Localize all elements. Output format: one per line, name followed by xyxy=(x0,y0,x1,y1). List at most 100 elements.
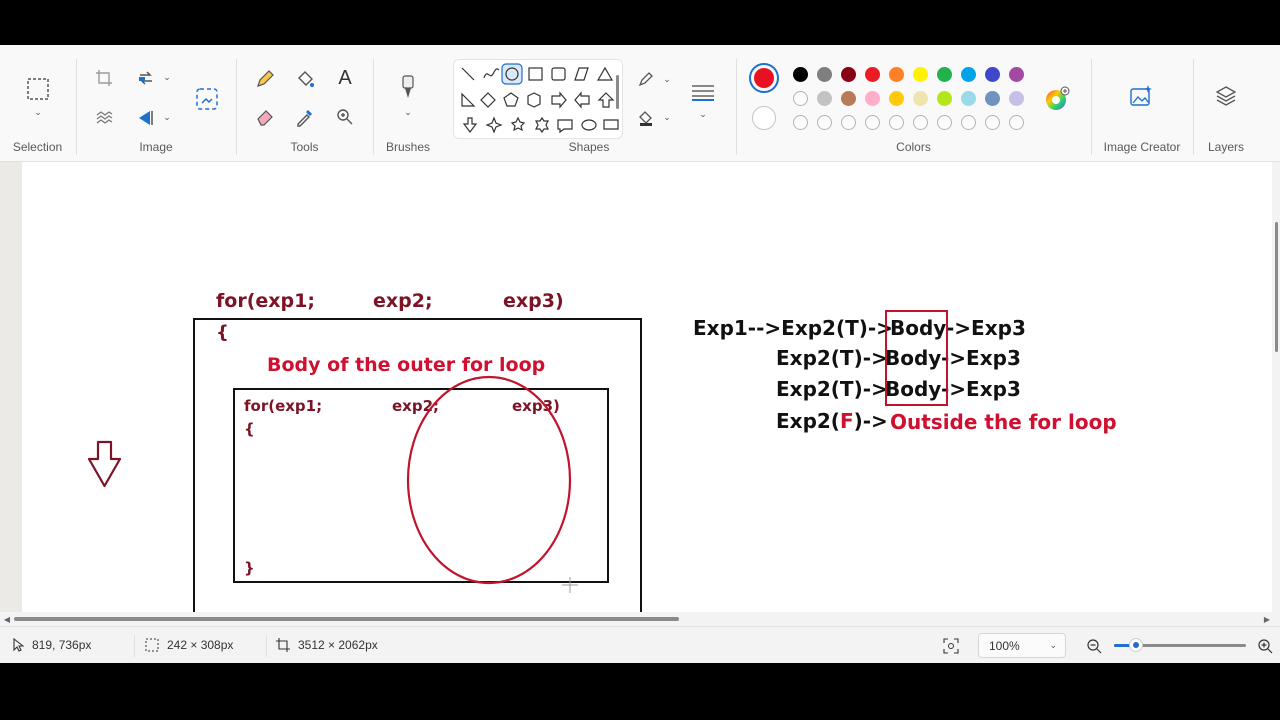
crop-icon[interactable] xyxy=(93,67,115,89)
zoom-level: 100% xyxy=(989,638,1020,653)
flip-icon[interactable] xyxy=(135,107,157,129)
palette-color-swatch[interactable] xyxy=(865,67,880,82)
crosshair-cursor xyxy=(562,577,578,593)
selection-dropdown-icon[interactable]: ⌄ xyxy=(31,107,45,117)
palette-color-swatch[interactable] xyxy=(985,91,1000,106)
palette-empty-swatch[interactable] xyxy=(841,115,856,130)
cursor-position: 819, 736px xyxy=(12,638,91,652)
palette-color-swatch[interactable] xyxy=(841,91,856,106)
vertical-scrollbar[interactable] xyxy=(1272,162,1280,612)
horizontal-scroll-thumb[interactable] xyxy=(14,617,679,621)
palette-empty-swatch[interactable] xyxy=(865,115,880,130)
brush-icon[interactable] xyxy=(394,73,422,103)
workspace: for(exp1; exp2; exp3) { Body of the oute… xyxy=(0,162,1280,612)
palette-color-swatch[interactable] xyxy=(1009,67,1024,82)
flow-line3-suffix: ->Exp3 xyxy=(941,377,1021,401)
vertical-scroll-thumb[interactable] xyxy=(1275,222,1278,352)
status-bar: 819, 736px 242 × 308px 3512 × 2062px 100… xyxy=(0,626,1280,663)
color-picker-icon[interactable] xyxy=(293,105,317,129)
palette-color-swatch[interactable] xyxy=(817,91,832,106)
flow-line4-false-flag: F xyxy=(839,409,854,433)
palette-color-swatch[interactable] xyxy=(1009,91,1024,106)
shape-fill-dropdown-icon[interactable]: ⌄ xyxy=(661,111,673,123)
palette-empty-swatch[interactable] xyxy=(793,115,808,130)
palette-color-swatch[interactable] xyxy=(793,67,808,82)
palette-color-swatch[interactable] xyxy=(817,67,832,82)
zoom-select[interactable]: 100% ⌄ xyxy=(978,633,1066,658)
palette-color-swatch[interactable] xyxy=(961,91,976,106)
secondary-color-button[interactable] xyxy=(752,106,776,130)
pencil-icon[interactable] xyxy=(253,67,277,91)
horizontal-scrollbar[interactable]: ◀ ▶ xyxy=(0,612,1280,626)
cursor-position-value: 819, 736px xyxy=(32,638,92,652)
palette-color-swatch[interactable] xyxy=(937,67,952,82)
image-label: Image xyxy=(139,140,173,154)
image-creator-icon[interactable] xyxy=(1128,83,1154,109)
shape-fill-icon[interactable] xyxy=(635,107,657,129)
image-creator-group: Image Creator xyxy=(1092,45,1192,161)
palette-color-swatch[interactable] xyxy=(889,67,904,82)
image-group: ⌄ ⌄ Image xyxy=(77,45,235,161)
brush-dropdown-icon[interactable]: ⌄ xyxy=(402,107,414,117)
edit-colors-icon[interactable] xyxy=(1043,85,1071,113)
shapes-gallery xyxy=(453,59,623,139)
flow-line4: Exp2(F)-> xyxy=(776,409,888,433)
palette-empty-swatch[interactable] xyxy=(913,115,928,130)
scroll-left-icon[interactable]: ◀ xyxy=(2,612,12,626)
resize-icon[interactable] xyxy=(135,67,157,89)
palette-color-swatch[interactable] xyxy=(913,67,928,82)
tools-group: A Tools xyxy=(237,45,372,161)
remove-background-icon[interactable] xyxy=(93,107,115,129)
paint-app: ⌄ Selection ⌄ ⌄ Image A Tools ⌄ Brushes … xyxy=(0,45,1280,663)
palette-color-swatch[interactable] xyxy=(841,67,856,82)
palette-empty-swatch[interactable] xyxy=(961,115,976,130)
flip-dropdown-icon[interactable]: ⌄ xyxy=(161,111,173,123)
flow-line4-result: Outside the for loop xyxy=(890,410,1117,434)
zoom-dropdown-icon: ⌄ xyxy=(1049,640,1057,650)
drawing-canvas[interactable]: for(exp1; exp2; exp3) { Body of the oute… xyxy=(22,162,1272,612)
zoom-slider-thumb[interactable] xyxy=(1129,638,1144,652)
flow-line4-prefix: Exp2( xyxy=(776,409,840,433)
palette-empty-swatch[interactable] xyxy=(985,115,1000,130)
shapes-group: ⌄ ⌄ ⌄ Shapes xyxy=(443,45,735,161)
selection-icon[interactable] xyxy=(24,75,52,103)
divider xyxy=(266,635,267,657)
brushes-group: ⌄ Brushes xyxy=(374,45,442,161)
palette-color-swatch[interactable] xyxy=(937,91,952,106)
layers-label: Layers xyxy=(1207,140,1245,154)
stroke-size-icon[interactable] xyxy=(688,79,718,105)
palette-empty-swatch[interactable] xyxy=(937,115,952,130)
zoom-in-icon[interactable] xyxy=(1256,637,1274,655)
eraser-icon[interactable] xyxy=(253,105,277,129)
palette-empty-swatch[interactable] xyxy=(1009,115,1024,130)
ribbon-toolbar: ⌄ Selection ⌄ ⌄ Image A Tools ⌄ Brushes … xyxy=(0,45,1280,162)
shape-outline-dropdown-icon[interactable]: ⌄ xyxy=(661,73,673,85)
shape-outline-icon[interactable] xyxy=(635,69,657,91)
selection-label: Selection xyxy=(12,140,63,154)
fill-bucket-icon[interactable] xyxy=(293,67,317,91)
palette-color-swatch[interactable] xyxy=(793,91,808,106)
image-creator-label: Image Creator xyxy=(1103,140,1181,154)
palette-empty-swatch[interactable] xyxy=(817,115,832,130)
palette-color-swatch[interactable] xyxy=(865,91,880,106)
flow-line2-prefix: Exp2(T)-> xyxy=(776,346,888,370)
canvas-size-value: 3512 × 2062px xyxy=(298,638,378,652)
palette-empty-swatch[interactable] xyxy=(889,115,904,130)
image-crop-frame-icon[interactable] xyxy=(193,85,221,113)
zoom-out-icon[interactable] xyxy=(1085,637,1103,655)
layers-icon[interactable] xyxy=(1213,83,1239,109)
palette-color-swatch[interactable] xyxy=(913,91,928,106)
canvas-size: 3512 × 2062px xyxy=(276,638,378,652)
palette-color-swatch[interactable] xyxy=(889,91,904,106)
fit-to-window-icon[interactable] xyxy=(942,637,960,655)
primary-color-button[interactable] xyxy=(749,63,779,93)
palette-color-swatch[interactable] xyxy=(961,67,976,82)
scroll-right-icon[interactable]: ▶ xyxy=(1262,612,1272,626)
text-tool-icon[interactable]: A xyxy=(333,65,357,91)
palette-color-swatch[interactable] xyxy=(985,67,1000,82)
shapes-scrollbar[interactable] xyxy=(616,75,619,109)
magnifier-icon[interactable] xyxy=(333,105,357,129)
resize-dropdown-icon[interactable]: ⌄ xyxy=(161,71,173,83)
stroke-size-dropdown-icon[interactable]: ⌄ xyxy=(697,109,709,119)
cursor-icon xyxy=(13,638,24,652)
